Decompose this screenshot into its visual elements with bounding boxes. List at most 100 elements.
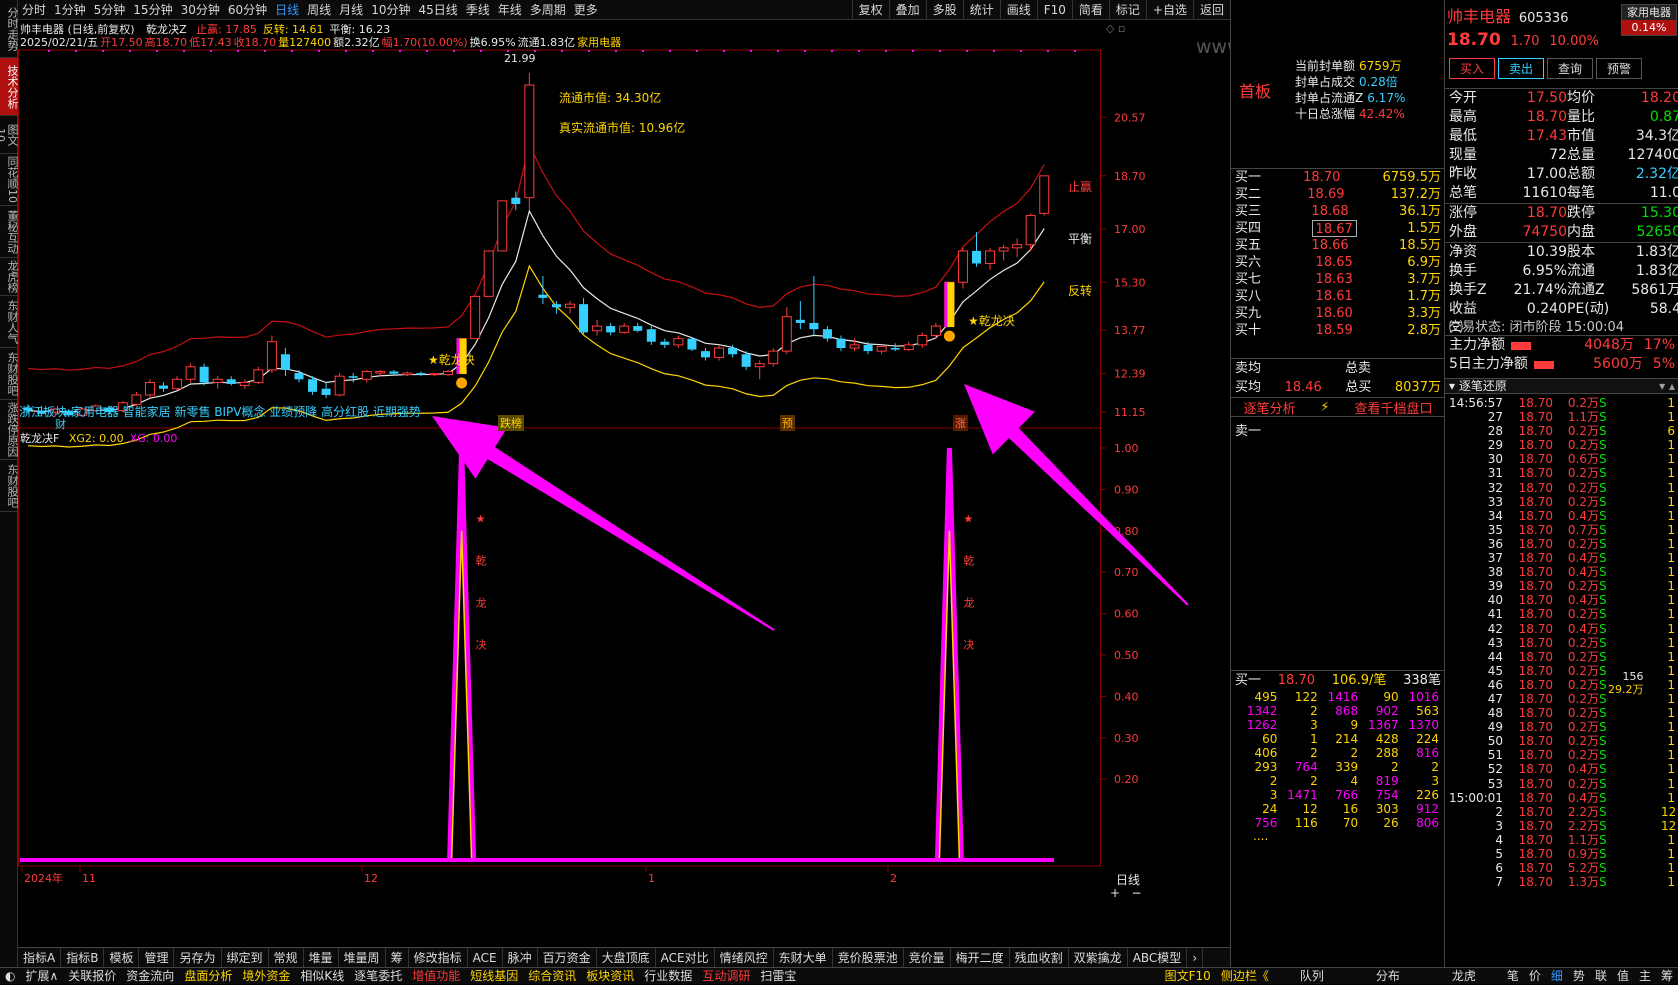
candle-body[interactable] [822, 329, 832, 339]
indicator-tab-4[interactable]: 另存为 [174, 947, 222, 968]
status-tab-13[interactable]: 扫雷宝 [755, 968, 801, 985]
indicator-tab-22[interactable]: 双紫擒龙 [1069, 947, 1128, 968]
concept-tags[interactable]: 浙江板块 家用电器 智能家居 新零售 BIPV概念 业绩预降 高分红股 近期强势 [19, 403, 421, 420]
candle-body[interactable] [673, 338, 684, 346]
indicator-tab-13[interactable]: 百万资金 [538, 947, 597, 968]
indicator-tab-21[interactable]: 残血收割 [1010, 947, 1069, 968]
marker-yu[interactable]: 预 [780, 415, 795, 431]
candle-body[interactable] [592, 325, 603, 332]
status-right-tab-1[interactable]: 侧边栏《 [1216, 968, 1274, 985]
indicator-tab-more-icon[interactable]: › [1187, 947, 1204, 968]
candle-body[interactable] [144, 381, 155, 396]
candle-body[interactable] [741, 354, 751, 367]
candle-body[interactable] [497, 200, 508, 252]
candle-body[interactable] [606, 326, 616, 333]
period-tab-3[interactable]: 15分钟 [129, 1, 176, 18]
zoom-buttons[interactable]: + − [1110, 886, 1142, 900]
candle-body[interactable] [294, 373, 304, 380]
candle-body[interactable] [1039, 175, 1050, 214]
indicator-tab-8[interactable]: 堆量周 [339, 947, 386, 968]
candle-body[interactable] [565, 303, 575, 308]
candle-body[interactable] [1025, 215, 1036, 246]
status-right-tab-3[interactable]: 分布 [1350, 968, 1426, 985]
tick-header-icons[interactable]: ▾ ▴ [1659, 379, 1675, 393]
toolbar-btn-4[interactable]: 画线 [999, 0, 1037, 20]
kline-svg[interactable]: 20.57 18.70 17.00 15.30 13.77 12.39 11.15 1.00 0… [18, 20, 1230, 948]
candle-body[interactable] [402, 372, 413, 376]
candle-body[interactable] [470, 295, 481, 340]
candle-body[interactable] [701, 351, 710, 358]
indicator-tab-15[interactable]: ACE对比 [656, 947, 715, 968]
bid-row-2[interactable]: 买三 18.68 36.1万 [1231, 203, 1445, 220]
toolbar-btn-7[interactable]: 标记 [1108, 0, 1146, 20]
indicator-tab-1[interactable]: 指标B [61, 947, 105, 968]
left-tab-2[interactable]: 图文10 [0, 116, 19, 154]
period-tab-6[interactable]: 日线 [271, 1, 303, 18]
candle-body[interactable] [863, 344, 873, 352]
period-tab-4[interactable]: 30分钟 [177, 1, 224, 18]
candle-body[interactable] [159, 385, 168, 389]
status-right-tab-12[interactable]: 筹 [1656, 968, 1678, 985]
candle-body[interactable] [714, 347, 725, 358]
period-tab-13[interactable]: 多周期 [526, 1, 570, 18]
period-tab-5[interactable]: 60分钟 [224, 1, 271, 18]
sub-indicator-name[interactable]: 乾龙决F [20, 432, 59, 445]
bid-row-9[interactable]: 买十 18.59 2.8万 [1231, 322, 1445, 339]
toolbar-btn-6[interactable]: 简看 [1071, 0, 1109, 20]
period-tab-8[interactable]: 月线 [335, 1, 367, 18]
indicator-tab-11[interactable]: ACE [468, 947, 503, 968]
status-right-tab-2[interactable]: 队列 [1274, 968, 1350, 985]
status-tab-2[interactable]: 资金流向 [121, 968, 179, 985]
kline-chart-area[interactable]: 20.57 18.70 17.00 15.30 13.77 12.39 11.15 1.00 0… [18, 20, 1338, 948]
left-tab-0[interactable]: 分时走势 [0, 0, 19, 58]
indicator-tab-2[interactable]: 模板 [104, 947, 140, 968]
candle-body[interactable] [280, 354, 290, 370]
indicator-tab-7[interactable]: 堆量 [304, 947, 339, 968]
status-right-tab-4[interactable]: 龙虎 [1426, 968, 1502, 985]
status-tab-8[interactable]: 短线基因 [465, 968, 523, 985]
toolbar-btn-0[interactable]: 复权 [851, 0, 889, 20]
candle-body[interactable] [754, 363, 765, 368]
status-right-tab-0[interactable]: 图文F10 [1160, 968, 1216, 985]
period-tab-10[interactable]: 45日线 [414, 1, 461, 18]
candle-body[interactable] [266, 341, 277, 371]
period-tab-0[interactable]: 分时 [18, 1, 50, 18]
bid-row-0[interactable]: 买一 18.70 6759.5万 [1231, 169, 1445, 186]
candle-body[interactable] [728, 348, 738, 355]
candle-body[interactable] [917, 334, 928, 346]
status-tab-1[interactable]: 关联报价 [63, 968, 121, 985]
candle-body[interactable] [619, 325, 630, 333]
status-right-tab-8[interactable]: 势 [1568, 968, 1590, 985]
status-tab-7[interactable]: 增值功能 [407, 968, 465, 985]
status-right-tab-11[interactable]: 主 [1634, 968, 1656, 985]
period-tab-12[interactable]: 年线 [494, 1, 526, 18]
status-right-tab-5[interactable]: 笔 [1502, 968, 1524, 985]
candle-body[interactable] [443, 370, 454, 376]
candle-body[interactable] [903, 344, 914, 351]
candle-body[interactable] [957, 250, 968, 283]
candle-body[interactable] [524, 84, 535, 199]
candle-body[interactable] [809, 322, 819, 330]
indicator-tab-19[interactable]: 竞价量 [904, 947, 951, 968]
candle-body[interactable] [836, 338, 846, 348]
left-tab-5[interactable]: 龙虎榜 [0, 258, 19, 296]
candle-body[interactable] [646, 329, 656, 342]
candle-body[interactable] [687, 338, 697, 350]
bid-row-5[interactable]: 买六 18.65 6.9万 [1231, 254, 1445, 271]
tick-analysis-link[interactable]: 逐笔分析 [1243, 398, 1295, 417]
indicator-tab-6[interactable]: 常规 [269, 947, 304, 968]
toolbar-btn-2[interactable]: 多股 [925, 0, 963, 20]
candle-body[interactable] [849, 344, 860, 349]
chart-corner-icons[interactable]: ◇ ▫ [1106, 22, 1125, 35]
bid-row-6[interactable]: 买七 18.63 3.7万 [1231, 271, 1445, 288]
queue-more[interactable]: .... [1231, 830, 1445, 842]
candle-body[interactable] [890, 348, 900, 350]
status-right-tab-7[interactable]: 细 [1546, 968, 1568, 985]
candle-body[interactable] [1012, 244, 1023, 249]
indicator-tab-12[interactable]: 脉冲 [503, 947, 538, 968]
candle-body[interactable] [579, 304, 589, 333]
status-tab-6[interactable]: 逐笔委托 [349, 968, 407, 985]
candle-body[interactable] [985, 250, 996, 264]
status-tab-9[interactable]: 综合资讯 [523, 968, 581, 985]
marker-die-bang[interactable]: 跌榜 [498, 415, 524, 431]
